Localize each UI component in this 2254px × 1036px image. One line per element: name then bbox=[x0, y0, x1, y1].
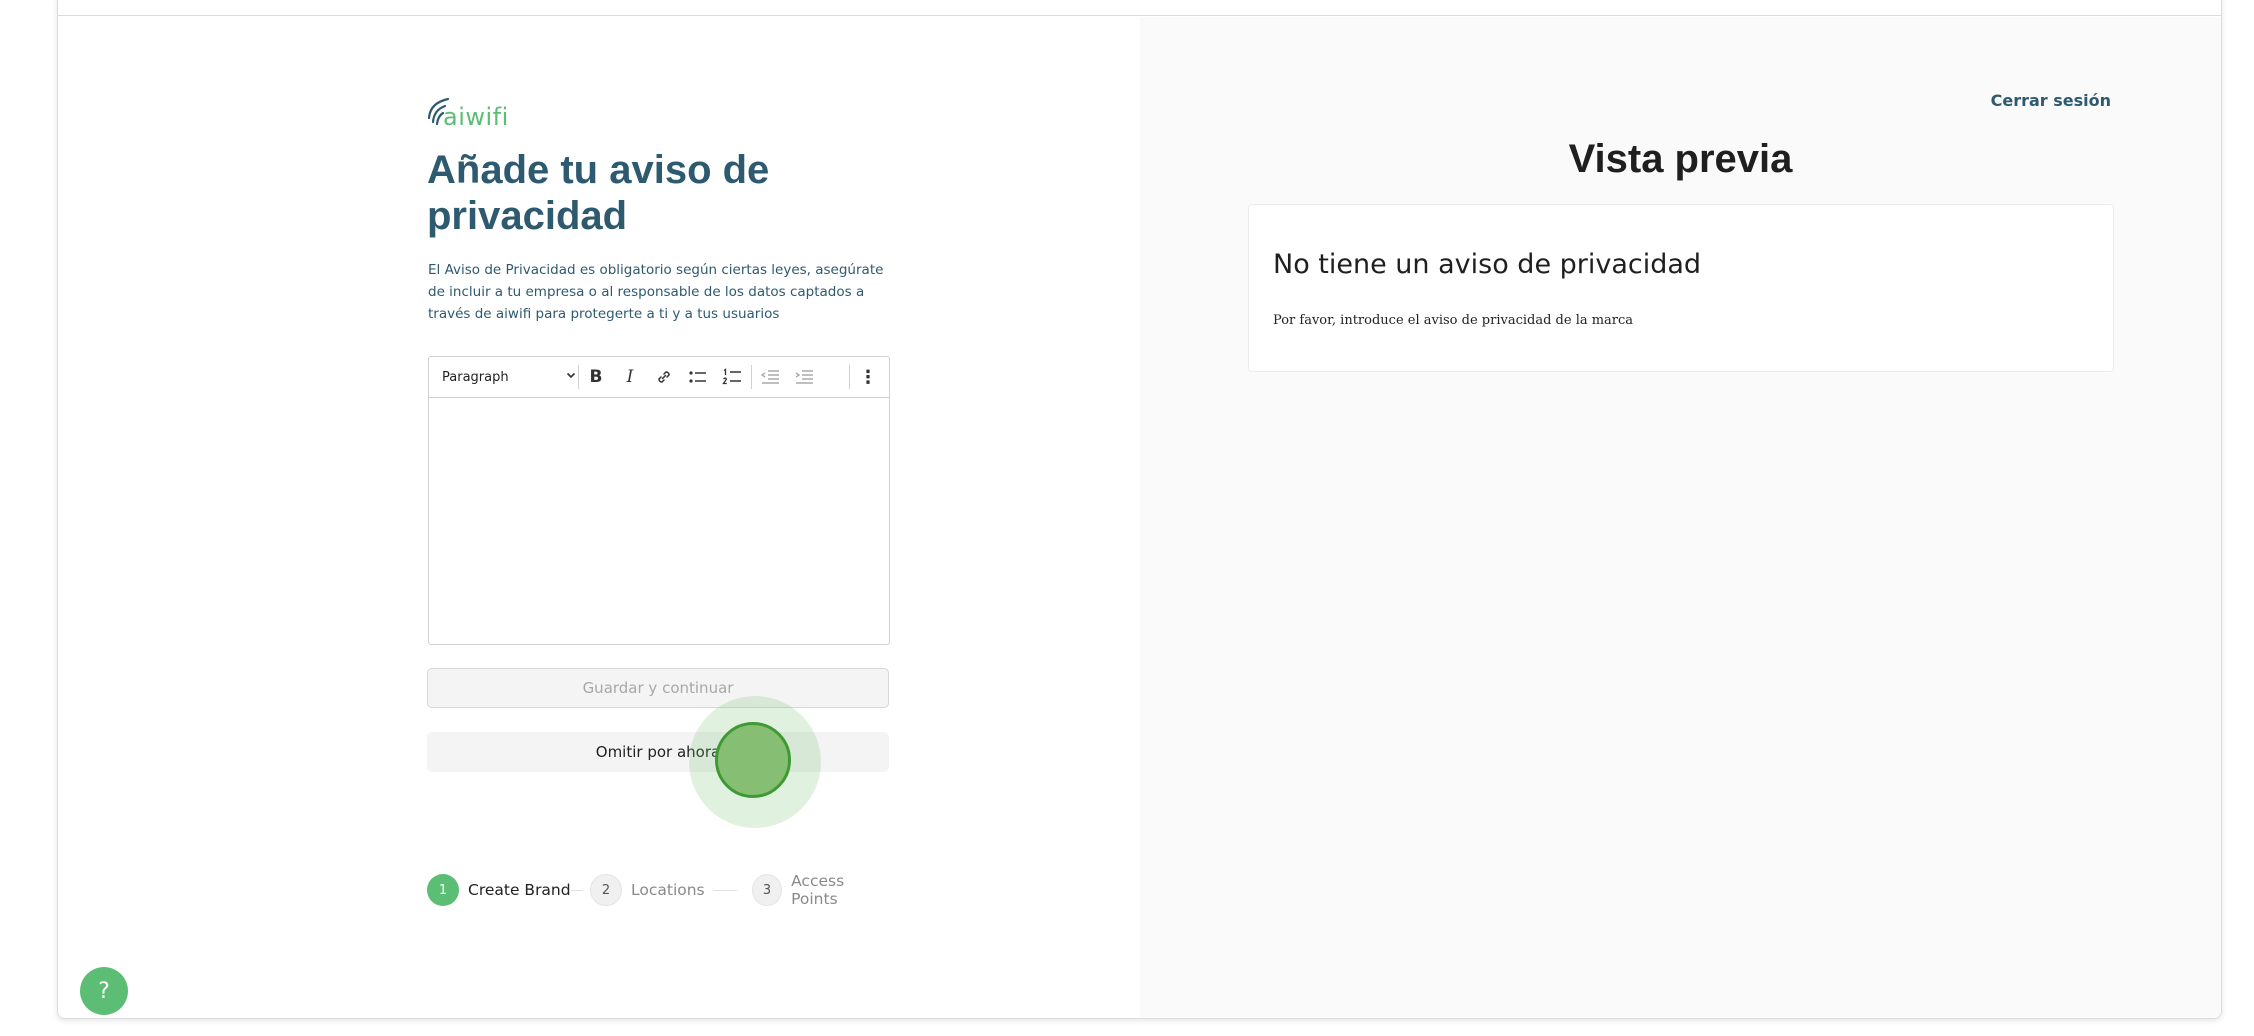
step-locations: 2 Locations bbox=[590, 874, 705, 906]
page-description: El Aviso de Privacidad es obligatorio se… bbox=[428, 262, 884, 322]
step-create-brand: 1 Create Brand bbox=[427, 874, 571, 906]
preview-panel: Cerrar sesión Vista previa No tiene un a… bbox=[1140, 17, 2221, 1018]
left-panel: aiwifi Añade tu aviso de privacidad El A… bbox=[58, 17, 1140, 1018]
step-number: 3 bbox=[752, 874, 783, 906]
toolbar-separator bbox=[751, 365, 752, 389]
step-connector bbox=[571, 890, 583, 891]
step-access-points: 3 Access Points bbox=[752, 872, 889, 908]
more-vertical-icon[interactable]: ⋮ bbox=[857, 367, 879, 388]
preview-card-title: No tiene un aviso de privacidad bbox=[1273, 249, 1702, 280]
preview-card-text: Por favor, introduce el aviso de privaci… bbox=[1273, 313, 1634, 328]
step-number: 2 bbox=[590, 874, 622, 906]
preview-title: Vista previa bbox=[1568, 137, 1793, 181]
privacy-editor: Paragraph B I ⋮ bbox=[428, 356, 890, 645]
app-window: aiwifi Añade tu aviso de privacidad El A… bbox=[57, 0, 2222, 1019]
indent-icon[interactable] bbox=[793, 367, 815, 387]
onboarding-stepper: 1 Create Brand 2 Locations 3 Access Poin… bbox=[427, 872, 889, 908]
save-continue-button[interactable]: Guardar y continuar bbox=[427, 668, 889, 708]
preview-card: No tiene un aviso de privacidad Por favo… bbox=[1248, 204, 2114, 372]
page-title: Añade tu aviso de privacidad bbox=[427, 148, 770, 238]
toolbar-separator bbox=[849, 365, 850, 389]
aiwifi-logo: aiwifi bbox=[428, 97, 512, 131]
toolbar-separator bbox=[578, 365, 579, 389]
step-number: 1 bbox=[427, 874, 459, 906]
step-connector bbox=[713, 890, 737, 891]
click-indicator bbox=[715, 722, 791, 798]
outdent-icon[interactable] bbox=[759, 367, 781, 387]
numbered-list-icon[interactable] bbox=[721, 367, 743, 387]
bold-icon[interactable]: B bbox=[585, 367, 607, 387]
logo-text: aiwifi bbox=[443, 103, 509, 131]
editor-content-area[interactable] bbox=[429, 398, 889, 646]
format-select-value: Paragraph bbox=[442, 369, 509, 385]
top-divider bbox=[58, 15, 2221, 16]
chevron-down-icon bbox=[565, 369, 577, 385]
format-select[interactable]: Paragraph bbox=[442, 357, 577, 397]
step-label: Create Brand bbox=[468, 881, 571, 899]
logout-link[interactable]: Cerrar sesión bbox=[1991, 91, 2111, 110]
bullet-list-icon[interactable] bbox=[687, 367, 709, 387]
link-icon[interactable] bbox=[653, 367, 675, 387]
step-label: Locations bbox=[631, 881, 705, 899]
editor-toolbar: Paragraph B I ⋮ bbox=[429, 357, 889, 398]
step-label: Access Points bbox=[791, 872, 845, 908]
italic-icon[interactable]: I bbox=[619, 367, 641, 387]
help-button[interactable]: ? bbox=[80, 967, 128, 1015]
